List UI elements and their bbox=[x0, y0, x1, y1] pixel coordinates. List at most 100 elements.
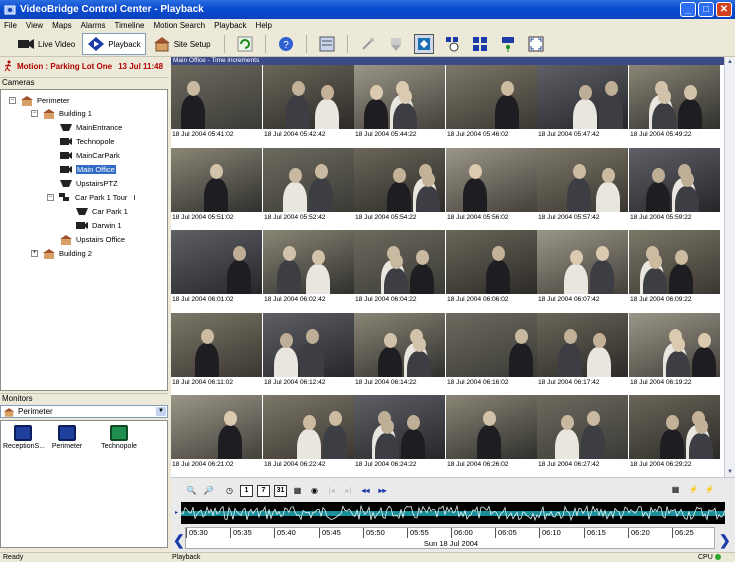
video-tile[interactable]: 18 Jul 2004 06:16:02 bbox=[446, 313, 537, 395]
video-tile[interactable]: 18 Jul 2004 05:51:02 bbox=[171, 148, 262, 230]
clock-icon[interactable]: ◷ bbox=[223, 485, 236, 497]
tree-item-building-1[interactable]: − Building 1 bbox=[31, 107, 92, 119]
motion-alert[interactable]: Motion : Parking Lot One 13 Jul 11:48 bbox=[0, 57, 170, 75]
fullscreen-icon[interactable] bbox=[526, 34, 546, 54]
tree-item-technopole[interactable]: Technopole bbox=[59, 135, 114, 147]
range-7-day-button[interactable]: 7 bbox=[257, 485, 270, 497]
menu-playback[interactable]: Playback bbox=[214, 21, 246, 30]
video-tile[interactable]: 18 Jul 2004 05:49:22 bbox=[629, 65, 720, 147]
video-tile[interactable]: 18 Jul 2004 06:09:22 bbox=[629, 230, 720, 312]
expand-toggle[interactable]: + bbox=[31, 249, 38, 257]
single-view-icon[interactable] bbox=[413, 34, 434, 54]
video-tile[interactable]: 18 Jul 2004 05:42:42 bbox=[263, 65, 354, 147]
video-tile[interactable]: 18 Jul 2004 05:57:42 bbox=[537, 148, 628, 230]
video-frame[interactable] bbox=[354, 395, 445, 459]
video-tile[interactable]: 18 Jul 2004 06:14:22 bbox=[354, 313, 445, 395]
motion-filter-disabled-icon[interactable]: ⚡ bbox=[703, 484, 716, 496]
live-video-button[interactable]: Live Video bbox=[12, 33, 80, 55]
video-frame[interactable] bbox=[446, 313, 537, 377]
video-tile[interactable]: 18 Jul 2004 05:54:22 bbox=[354, 148, 445, 230]
video-frame[interactable] bbox=[263, 395, 354, 459]
video-frame[interactable] bbox=[537, 148, 628, 212]
collapse-toggle[interactable]: − bbox=[31, 109, 38, 117]
video-frame[interactable] bbox=[629, 230, 720, 294]
video-frame[interactable] bbox=[354, 230, 445, 294]
menu-motion-search[interactable]: Motion Search bbox=[153, 21, 205, 30]
skip-forward-icon[interactable]: ▸▸ bbox=[376, 485, 389, 497]
chevron-down-icon[interactable]: ▼ bbox=[156, 407, 166, 416]
video-tile[interactable]: 18 Jul 2004 05:59:22 bbox=[629, 148, 720, 230]
menu-file[interactable]: File bbox=[4, 21, 17, 30]
close-button[interactable]: ✕ bbox=[716, 2, 732, 17]
video-frame[interactable] bbox=[537, 230, 628, 294]
video-tile[interactable]: 18 Jul 2004 06:24:22 bbox=[354, 395, 445, 477]
video-frame[interactable] bbox=[263, 148, 354, 212]
step-forward-icon[interactable]: ▸| bbox=[342, 485, 355, 497]
video-frame[interactable] bbox=[354, 65, 445, 129]
video-frame[interactable] bbox=[629, 148, 720, 212]
tree-item-car-park-1[interactable]: Car Park 1 bbox=[75, 205, 128, 217]
video-frame[interactable] bbox=[537, 395, 628, 459]
tools-icon[interactable] bbox=[358, 34, 378, 54]
calendar-icon[interactable]: ▦ bbox=[291, 485, 304, 497]
video-tile[interactable]: 18 Jul 2004 05:47:42 bbox=[537, 65, 628, 147]
video-tile[interactable]: 18 Jul 2004 06:26:02 bbox=[446, 395, 537, 477]
video-frame[interactable] bbox=[263, 313, 354, 377]
menu-help[interactable]: Help bbox=[256, 21, 272, 30]
video-tile[interactable]: 18 Jul 2004 06:27:42 bbox=[537, 395, 628, 477]
tree-item-car-park-1-tour[interactable]: − Car Park 1 Tour I bbox=[47, 191, 135, 203]
video-frame[interactable] bbox=[537, 65, 628, 129]
video-frame[interactable] bbox=[629, 395, 720, 459]
menu-alarms[interactable]: Alarms bbox=[81, 21, 106, 30]
monitor-group-select[interactable]: Perimeter ▼ bbox=[0, 405, 168, 418]
video-frame[interactable] bbox=[446, 395, 537, 459]
video-frame[interactable] bbox=[446, 148, 537, 212]
video-frame[interactable] bbox=[263, 230, 354, 294]
tree-item-darwin-1[interactable]: Darwin 1 bbox=[75, 219, 122, 231]
collapse-toggle[interactable]: − bbox=[9, 96, 16, 104]
video-frame[interactable] bbox=[537, 313, 628, 377]
video-tile[interactable]: 18 Jul 2004 06:07:42 bbox=[537, 230, 628, 312]
playback-button[interactable]: Playback bbox=[82, 33, 146, 55]
collapse-toggle[interactable]: − bbox=[47, 193, 54, 201]
video-frame[interactable] bbox=[446, 230, 537, 294]
vertical-scrollbar[interactable]: ▲ ▼ bbox=[724, 57, 735, 477]
step-back-icon[interactable]: |◂ bbox=[325, 485, 338, 497]
activity-waveform[interactable] bbox=[181, 502, 725, 524]
video-tile[interactable]: 18 Jul 2004 05:52:42 bbox=[263, 148, 354, 230]
skip-back-icon[interactable]: ◂◂ bbox=[359, 485, 372, 497]
menu-maps[interactable]: Maps bbox=[52, 21, 72, 30]
video-tile[interactable]: 18 Jul 2004 06:11:02 bbox=[171, 313, 262, 395]
zoom-out-icon[interactable]: 🔎 bbox=[202, 485, 215, 497]
video-frame[interactable] bbox=[171, 65, 262, 129]
video-frame[interactable] bbox=[446, 65, 537, 129]
tree-item-main-office[interactable]: Main Office bbox=[59, 163, 116, 175]
refresh-icon[interactable] bbox=[235, 34, 255, 54]
video-frame[interactable] bbox=[171, 395, 262, 459]
zoom-in-icon[interactable]: 🔍 bbox=[185, 485, 198, 497]
video-frame[interactable] bbox=[263, 65, 354, 129]
motion-filter-icon[interactable]: ⚡ bbox=[687, 484, 700, 496]
minimize-button[interactable]: _ bbox=[680, 2, 696, 17]
menu-view[interactable]: View bbox=[26, 21, 43, 30]
video-tile[interactable]: 18 Jul 2004 06:02:42 bbox=[263, 230, 354, 312]
export-icon[interactable] bbox=[386, 34, 406, 54]
tree-item-upstairs-office[interactable]: Upstairs Office bbox=[59, 233, 125, 245]
video-tile[interactable]: 18 Jul 2004 06:06:02 bbox=[446, 230, 537, 312]
monitor-item-technopole[interactable]: Technopole bbox=[99, 425, 139, 450]
monitor-item-reception[interactable]: ReceptionS... bbox=[3, 425, 45, 450]
video-tile[interactable]: 18 Jul 2004 06:12:42 bbox=[263, 313, 354, 395]
timeline-prev-icon[interactable]: ❮ bbox=[173, 532, 185, 549]
video-frame[interactable] bbox=[629, 313, 720, 377]
multi-camera-view-icon[interactable] bbox=[470, 34, 490, 54]
scroll-up-icon[interactable]: ▲ bbox=[725, 57, 735, 67]
tree-item-maincarpark[interactable]: MainCarPark bbox=[59, 149, 120, 161]
video-tile[interactable]: 18 Jul 2004 06:22:42 bbox=[263, 395, 354, 477]
timeline-next-icon[interactable]: ❯ bbox=[719, 532, 731, 549]
video-tile[interactable]: 18 Jul 2004 06:19:22 bbox=[629, 313, 720, 395]
tree-item-perimeter[interactable]: − Perimeter bbox=[9, 94, 70, 106]
help-icon[interactable]: ? bbox=[276, 34, 296, 54]
site-setup-button[interactable]: Site Setup bbox=[148, 33, 216, 55]
video-tile[interactable]: 18 Jul 2004 06:01:02 bbox=[171, 230, 262, 312]
video-tile[interactable]: 18 Jul 2004 06:17:42 bbox=[537, 313, 628, 395]
